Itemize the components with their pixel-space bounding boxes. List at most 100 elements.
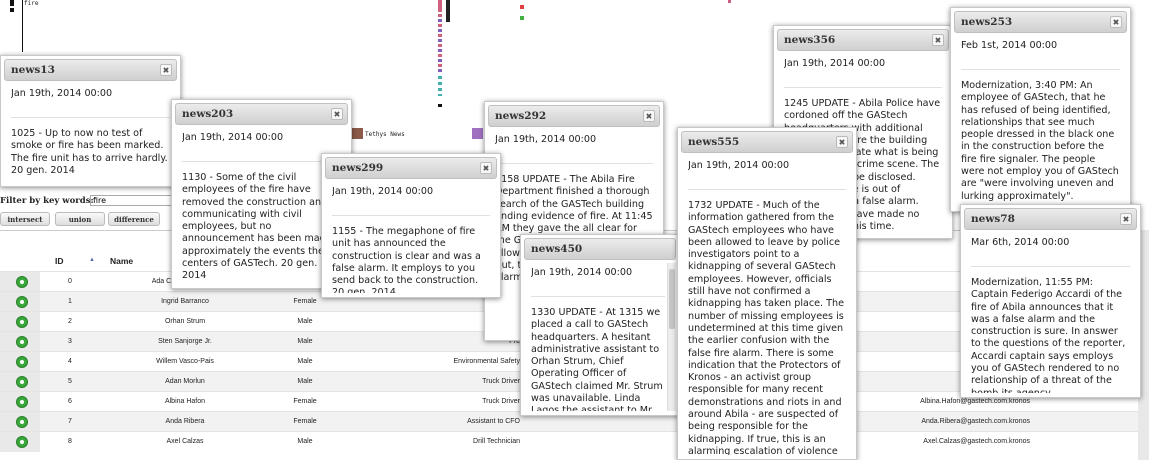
cell-id: 2: [68, 318, 72, 325]
dialog-divider: [182, 161, 341, 162]
table-row[interactable]: 8 Axel Calzas Male Drill Technician Axel.Cal…: [0, 431, 1138, 452]
cell-name: Willem Vasco-Pais: [156, 358, 214, 365]
dialog-text: Modernization, 11:55 PM: Captain Federig…: [971, 277, 1126, 393]
timeline-axis-line: [22, 0, 23, 52]
difference-button[interactable]: difference: [108, 212, 160, 226]
dialog-titlebar[interactable]: news203 ✖: [175, 103, 348, 125]
dialog-content: Jan 19th, 2014 00:00 1025 - Up to now no…: [11, 88, 170, 182]
cell-id: 0: [68, 278, 72, 285]
close-icon[interactable]: ✖: [932, 34, 944, 46]
dialog-titlebar[interactable]: news555 ✖: [681, 131, 853, 153]
dialog-scrollbar[interactable]: [667, 263, 676, 411]
dialog-text: 1732 UPDATE - Much of the information ga…: [688, 200, 844, 455]
expand-row-icon[interactable]: [16, 436, 28, 448]
expand-row-icon[interactable]: [16, 356, 28, 368]
cell-email: Axel.Calzas@gastech.com.kronos: [923, 438, 1030, 445]
dialog-divider: [961, 69, 1120, 70]
cell-gender: Male: [297, 318, 313, 325]
timeline-event-dot[interactable]: [438, 0, 442, 12]
dialog-date: Jan 19th, 2014 00:00: [182, 132, 284, 143]
dialog-title: news450: [531, 243, 583, 255]
timeline-event-dot[interactable]: [728, 0, 731, 3]
dialog-title: news13: [11, 64, 55, 76]
close-icon[interactable]: ✖: [836, 136, 848, 148]
timeline-marker[interactable]: [10, 8, 14, 12]
dialog-titlebar[interactable]: news450: [524, 238, 676, 260]
cell-name: Orhan Strum: [164, 318, 206, 325]
cell-gender: Male: [297, 378, 313, 385]
dialog-divider: [784, 87, 942, 88]
timeline-marker[interactable]: [10, 0, 14, 6]
expand-row-icon[interactable]: [16, 316, 28, 328]
cell-id: 5: [68, 378, 72, 385]
cell-id: 8: [68, 438, 72, 445]
close-icon[interactable]: ✖: [1120, 213, 1132, 225]
cell-name: Sten Sanjorge Jr.: [158, 338, 212, 345]
dialog-title: news356: [784, 34, 836, 46]
expand-row-icon[interactable]: [16, 376, 28, 388]
cell-title: Environmental Safety: [453, 358, 520, 365]
keyword-filter-input[interactable]: fire: [90, 195, 180, 206]
timeline-event-dot[interactable]: [520, 5, 524, 9]
timeline-event-dot[interactable]: [520, 16, 524, 20]
legend-label-tethys: Tethys News: [365, 131, 405, 138]
union-button[interactable]: union: [55, 212, 105, 226]
dialog-divider: [531, 296, 665, 297]
dialog-divider: [688, 189, 846, 190]
intersect-button[interactable]: intersect: [0, 212, 50, 226]
sort-asc-icon[interactable]: ▲: [89, 257, 95, 263]
dialog-divider: [495, 163, 653, 164]
cell-name: Adan Morlun: [165, 378, 205, 385]
filter-label: Filter by key words:: [0, 196, 94, 206]
dialog-content: Mar 6th, 2014 00:00 Modernization, 11:55…: [971, 237, 1130, 393]
expand-row-icon[interactable]: [16, 296, 28, 308]
cell-id: 3: [68, 338, 72, 345]
dialog-title: news253: [961, 16, 1013, 28]
news-dialog-news253: news253 ✖ Feb 1st, 2014 00:00 Modernizat…: [950, 7, 1131, 212]
column-header-name[interactable]: Name: [110, 256, 133, 266]
dialog-date: Jan 19th, 2014 00:00: [531, 267, 633, 278]
cell-gender: Female: [293, 418, 317, 425]
news-dialog-news78: news78 ✖ Mar 6th, 2014 00:00 Modernizati…: [960, 204, 1141, 398]
close-icon[interactable]: ✖: [643, 110, 655, 122]
close-icon[interactable]: ✖: [331, 108, 343, 120]
expand-row-icon[interactable]: [16, 416, 28, 428]
dialog-titlebar[interactable]: news356 ✖: [777, 29, 949, 51]
cell-id: 4: [68, 358, 72, 365]
dialog-title: news203: [182, 108, 234, 120]
dialog-titlebar[interactable]: news253 ✖: [954, 11, 1127, 33]
timeline-event-dot[interactable]: [446, 0, 450, 22]
dialog-titlebar[interactable]: news292 ✖: [488, 105, 660, 127]
scrollbar-thumb[interactable]: [669, 269, 675, 329]
timeline-event-dot[interactable]: [438, 76, 442, 96]
expand-row-icon[interactable]: [16, 276, 28, 288]
cell-id: 1: [68, 298, 72, 305]
close-icon[interactable]: ✖: [160, 64, 172, 76]
timeline-event-dot[interactable]: [438, 14, 442, 74]
timeline-event-dot[interactable]: [438, 104, 442, 107]
expand-row-icon[interactable]: [16, 396, 28, 408]
dialog-text: 1130 - Some of the civil employees of th…: [182, 172, 332, 282]
dialog-content: Jan 19th, 2014 00:00 1732 UPDATE - Much …: [688, 160, 846, 455]
dialog-divider: [971, 266, 1130, 267]
dialog-date: Jan 19th, 2014 00:00: [11, 88, 113, 99]
dialog-titlebar[interactable]: news13 ✖: [4, 59, 177, 81]
close-icon[interactable]: ✖: [1110, 16, 1122, 28]
dialog-title: news78: [971, 213, 1015, 225]
dialog-content: Feb 1st, 2014 00:00 Modernization, 3:40 …: [961, 40, 1120, 207]
dialog-date: Jan 19th, 2014 00:00: [332, 186, 434, 197]
expand-row-icon[interactable]: [16, 336, 28, 348]
cell-name: Albina Hafon: [164, 398, 206, 405]
dialog-title: news299: [332, 162, 384, 174]
dialog-date: Jan 19th, 2014 00:00: [784, 58, 886, 69]
legend-swatch-other: [472, 128, 483, 139]
dialog-date: Jan 19th, 2014 00:00: [688, 160, 790, 171]
dialog-content: Jan 19th, 2014 00:00 1330 UPDATE - At 13…: [531, 267, 665, 411]
cell-name: Axel Calzas: [166, 438, 204, 445]
cell-name: Ingrid Barranco: [161, 298, 209, 305]
dialog-titlebar[interactable]: news78 ✖: [964, 208, 1137, 230]
dialog-titlebar[interactable]: news299 ✖: [325, 157, 497, 179]
close-icon[interactable]: ✖: [480, 162, 492, 174]
column-header-id[interactable]: ID: [55, 256, 64, 266]
news-dialog-news450: news450 Jan 19th, 2014 00:00 1330 UPDATE…: [520, 234, 680, 416]
